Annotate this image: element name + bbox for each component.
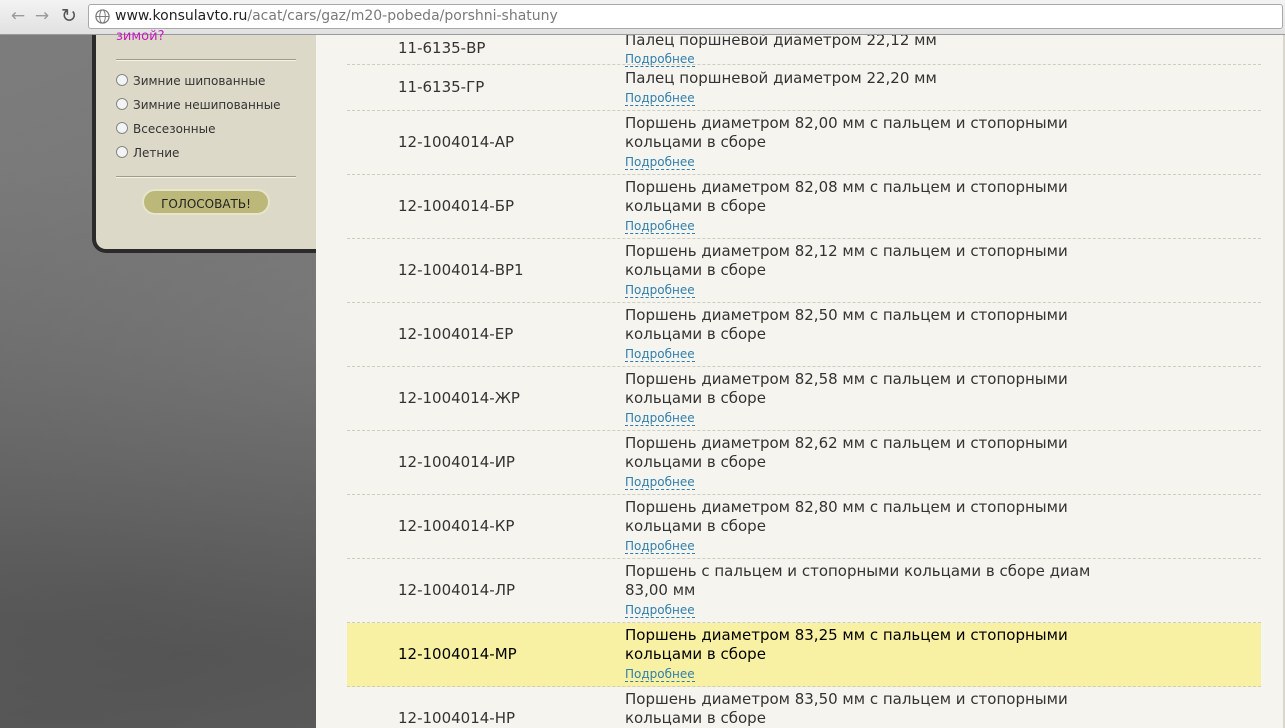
radio-icon[interactable] — [116, 74, 128, 86]
part-description: Поршень с пальцем и стопорными кольцами … — [625, 562, 1091, 599]
poll-divider — [116, 176, 296, 178]
table-row-highlighted: 12-1004014-МР Поршень диаметром 83,25 мм… — [347, 623, 1261, 687]
more-link[interactable]: Подробнее — [625, 476, 695, 490]
more-link[interactable]: Подробнее — [625, 92, 695, 106]
more-link[interactable]: Подробнее — [625, 348, 695, 362]
part-number: 12-1004014-НР — [398, 709, 516, 727]
table-row: 12-1004014-ЕР Поршень диаметром 82,50 мм… — [347, 303, 1261, 367]
poll-option-label: Зимние шипованные — [133, 74, 266, 88]
more-link[interactable]: Подробнее — [625, 668, 695, 682]
radio-icon[interactable] — [116, 98, 128, 110]
url-host: www.konsulavto.ru — [115, 8, 248, 24]
page-globe-icon — [95, 9, 110, 24]
table-row: 12-1004014-ВР1 Поршень диаметром 82,12 м… — [347, 239, 1261, 303]
poll-panel: зимой? Зимние шипованные Зимние нешипова… — [92, 29, 322, 253]
part-number: 12-1004014-КР — [398, 517, 515, 535]
part-number: 11-6135-ГР — [398, 78, 485, 96]
part-description: Поршень диаметром 82,00 мм с пальцем и с… — [625, 114, 1068, 151]
vote-button[interactable]: ГОЛОСОВАТЬ! — [142, 189, 270, 215]
parts-list: 11-6135-ВР Палец поршневой диаметром 22,… — [316, 35, 1285, 728]
url-text: www.konsulavto.ru/acat/cars/gaz/m20-pobe… — [115, 8, 558, 24]
part-description: Палец поршневой диаметром 22,12 мм — [625, 35, 937, 49]
part-number: 12-1004014-ЛР — [398, 581, 516, 599]
forward-arrow-icon[interactable]: → — [32, 6, 52, 26]
more-link[interactable]: Подробнее — [625, 604, 695, 618]
reload-icon[interactable]: ↻ — [59, 6, 79, 26]
part-description: Поршень диаметром 83,25 мм с пальцем и с… — [625, 626, 1068, 663]
browser-toolbar: ← → ↻ www.konsulavto.ru/acat/cars/gaz/m2… — [0, 0, 1285, 35]
more-link[interactable]: Подробнее — [625, 540, 695, 554]
part-description: Поршень диаметром 82,08 мм с пальцем и с… — [625, 178, 1068, 215]
table-row: 12-1004014-БР Поршень диаметром 82,08 мм… — [347, 175, 1261, 239]
table-row: 12-1004014-ИР Поршень диаметром 82,62 мм… — [347, 431, 1261, 495]
more-link[interactable]: Подробнее — [625, 284, 695, 298]
poll-option-label: Летние — [133, 146, 180, 160]
part-number: 12-1004014-ИР — [398, 453, 515, 471]
table-row: 12-1004014-АР Поршень диаметром 82,00 мм… — [347, 111, 1261, 175]
radio-icon[interactable] — [116, 122, 128, 134]
part-description: Палец поршневой диаметром 22,20 мм — [625, 69, 937, 87]
back-arrow-icon[interactable]: ← — [8, 6, 28, 26]
part-number: 12-1004014-ЖР — [398, 389, 520, 407]
poll-option-label: Зимние нешипованные — [133, 98, 281, 112]
more-link[interactable]: Подробнее — [625, 156, 695, 170]
poll-option[interactable]: Всесезонные — [116, 122, 215, 136]
table-row: 11-6135-ВР Палец поршневой диаметром 22,… — [347, 35, 1261, 67]
part-description: Поршень диаметром 82,58 мм с пальцем и с… — [625, 370, 1068, 407]
radio-icon[interactable] — [116, 146, 128, 158]
part-number: 11-6135-ВР — [398, 39, 486, 57]
poll-option[interactable]: Зимние нешипованные — [116, 98, 281, 112]
part-number: 12-1004014-БР — [398, 197, 515, 215]
more-link[interactable]: Подробнее — [625, 220, 695, 234]
part-number: 12-1004014-ВР1 — [398, 261, 524, 279]
table-row: 12-1004014-КР Поршень диаметром 82,80 мм… — [347, 495, 1261, 559]
part-number: 12-1004014-МР — [398, 645, 517, 663]
address-bar[interactable]: www.konsulavto.ru/acat/cars/gaz/m20-pobe… — [88, 4, 1283, 29]
more-link[interactable]: Подробнее — [625, 412, 695, 426]
poll-option[interactable]: Зимние шипованные — [116, 74, 265, 88]
table-row: 12-1004014-НР Поршень диаметром 83,50 мм… — [347, 687, 1261, 728]
part-description: Поршень диаметром 82,50 мм с пальцем и с… — [625, 306, 1068, 343]
part-description: Поршень диаметром 82,12 мм с пальцем и с… — [625, 242, 1068, 279]
poll-divider — [116, 59, 296, 61]
part-number: 12-1004014-ЕР — [398, 325, 514, 343]
part-description: Поршень диаметром 82,80 мм с пальцем и с… — [625, 498, 1068, 535]
poll-option[interactable]: Летние — [116, 146, 179, 160]
poll-question: зимой? — [116, 29, 165, 44]
url-path: /acat/cars/gaz/m20-pobeda/porshni-shatun… — [247, 8, 558, 24]
part-description: Поршень диаметром 82,62 мм с пальцем и с… — [625, 434, 1068, 471]
poll-option-label: Всесезонные — [133, 122, 216, 136]
part-description: Поршень диаметром 83,50 мм с пальцем и с… — [625, 690, 1068, 727]
table-row: 11-6135-ГР Палец поршневой диаметром 22,… — [347, 65, 1261, 111]
table-row: 12-1004014-ЖР Поршень диаметром 82,58 мм… — [347, 367, 1261, 431]
table-row: 12-1004014-ЛР Поршень с пальцем и стопор… — [347, 559, 1261, 623]
part-number: 12-1004014-АР — [398, 133, 515, 151]
